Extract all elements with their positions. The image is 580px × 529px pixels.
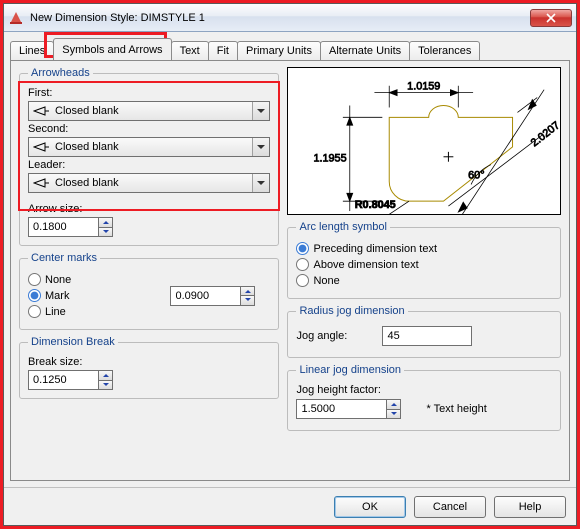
close-button[interactable] xyxy=(530,9,572,27)
break-size-label: Break size: xyxy=(28,356,270,368)
first-label: First: xyxy=(28,87,270,99)
closed-blank-icon xyxy=(33,139,49,155)
break-size-spinner[interactable] xyxy=(28,370,128,390)
chevron-down-icon xyxy=(252,138,269,156)
center-legend: Center marks xyxy=(28,252,100,264)
spin-up-icon[interactable] xyxy=(386,399,401,409)
arrowheads-legend: Arrowheads xyxy=(28,67,93,79)
tab-symbols-arrows[interactable]: Symbols and Arrows xyxy=(53,38,171,60)
tab-fit[interactable]: Fit xyxy=(208,41,238,60)
second-arrow-value: Closed blank xyxy=(53,141,252,153)
spin-up-icon[interactable] xyxy=(98,217,113,227)
group-arrowheads: Arrowheads First: Closed blank Second: C… xyxy=(19,67,279,246)
jog-height-suffix: * Text height xyxy=(426,403,486,415)
preview-radius: R0.8045 xyxy=(355,199,396,211)
leader-arrow-value: Closed blank xyxy=(53,177,252,189)
window-title: New Dimension Style: DIMSTYLE 1 xyxy=(30,12,530,24)
tab-panel: Arrowheads First: Closed blank Second: C… xyxy=(10,60,570,481)
center-none-radio[interactable]: None xyxy=(28,273,162,286)
arc-none-radio[interactable]: None xyxy=(296,274,552,287)
tab-alternate-units[interactable]: Alternate Units xyxy=(320,41,410,60)
leader-arrow-combo[interactable]: Closed blank xyxy=(28,173,270,193)
radjog-legend: Radius jog dimension xyxy=(296,305,407,317)
cancel-button[interactable]: Cancel xyxy=(414,496,486,518)
spin-up-icon[interactable] xyxy=(98,370,113,380)
app-icon xyxy=(8,10,24,26)
group-linear-jog: Linear jog dimension Jog height factor: … xyxy=(287,364,561,431)
arc-preceding-radio[interactable]: Preceding dimension text xyxy=(296,242,552,255)
preview-dim-3: 2.0207 xyxy=(529,119,560,149)
jog-angle-label: Jog angle: xyxy=(296,330,376,342)
spin-down-icon[interactable] xyxy=(240,295,255,306)
break-size-input[interactable] xyxy=(28,370,98,390)
first-arrow-combo[interactable]: Closed blank xyxy=(28,101,270,121)
arrow-size-label: Arrow size: xyxy=(28,203,270,215)
arc-above-radio[interactable]: Above dimension text xyxy=(296,258,552,271)
second-arrow-combo[interactable]: Closed blank xyxy=(28,137,270,157)
spin-up-icon[interactable] xyxy=(240,286,255,296)
center-line-radio[interactable]: Line xyxy=(28,305,162,318)
center-mark-radio[interactable]: Mark xyxy=(28,289,162,302)
group-dimension-break: Dimension Break Break size: xyxy=(19,336,279,399)
center-size-input[interactable] xyxy=(170,286,240,306)
center-size-spinner[interactable] xyxy=(170,286,270,306)
dimbreak-legend: Dimension Break xyxy=(28,336,118,348)
spin-down-icon[interactable] xyxy=(98,227,113,238)
ok-button[interactable]: OK xyxy=(334,496,406,518)
linjog-legend: Linear jog dimension xyxy=(296,364,404,376)
tab-lines[interactable]: Lines xyxy=(10,41,54,60)
dimension-preview: 1.0159 1.1955 2.0207 60° xyxy=(287,67,561,215)
second-label: Second: xyxy=(28,123,270,135)
jog-angle-input[interactable] xyxy=(382,326,472,346)
jog-height-label: Jog height factor: xyxy=(296,384,552,396)
arrow-size-input[interactable] xyxy=(28,217,98,237)
preview-dim-2: 1.1955 xyxy=(314,153,347,165)
jog-height-input[interactable] xyxy=(296,399,386,419)
preview-dim-1: 1.0159 xyxy=(408,81,441,93)
closed-blank-icon xyxy=(33,175,49,191)
dialog-window: New Dimension Style: DIMSTYLE 1 Lines Sy… xyxy=(3,3,577,526)
arc-legend: Arc length symbol xyxy=(296,221,389,233)
preview-angle: 60° xyxy=(469,169,485,181)
chevron-down-icon xyxy=(252,102,269,120)
tab-tolerances[interactable]: Tolerances xyxy=(409,41,480,60)
leader-label: Leader: xyxy=(28,159,270,171)
closed-blank-icon xyxy=(33,103,49,119)
chevron-down-icon xyxy=(252,174,269,192)
button-bar: OK Cancel Help xyxy=(4,487,576,525)
tab-primary-units[interactable]: Primary Units xyxy=(237,41,321,60)
jog-height-spinner[interactable] xyxy=(296,399,416,419)
tab-strip: Lines Symbols and Arrows Text Fit Primar… xyxy=(4,32,576,60)
spin-down-icon[interactable] xyxy=(98,380,113,391)
group-radius-jog: Radius jog dimension Jog angle: xyxy=(287,305,561,358)
spin-down-icon[interactable] xyxy=(386,409,401,420)
arrow-size-spinner[interactable] xyxy=(28,217,128,237)
titlebar: New Dimension Style: DIMSTYLE 1 xyxy=(4,4,576,32)
group-arc-length: Arc length symbol Preceding dimension te… xyxy=(287,221,561,299)
help-button[interactable]: Help xyxy=(494,496,566,518)
first-arrow-value: Closed blank xyxy=(53,105,252,117)
tab-text[interactable]: Text xyxy=(171,41,209,60)
group-center-marks: Center marks None Mark Line xyxy=(19,252,279,330)
